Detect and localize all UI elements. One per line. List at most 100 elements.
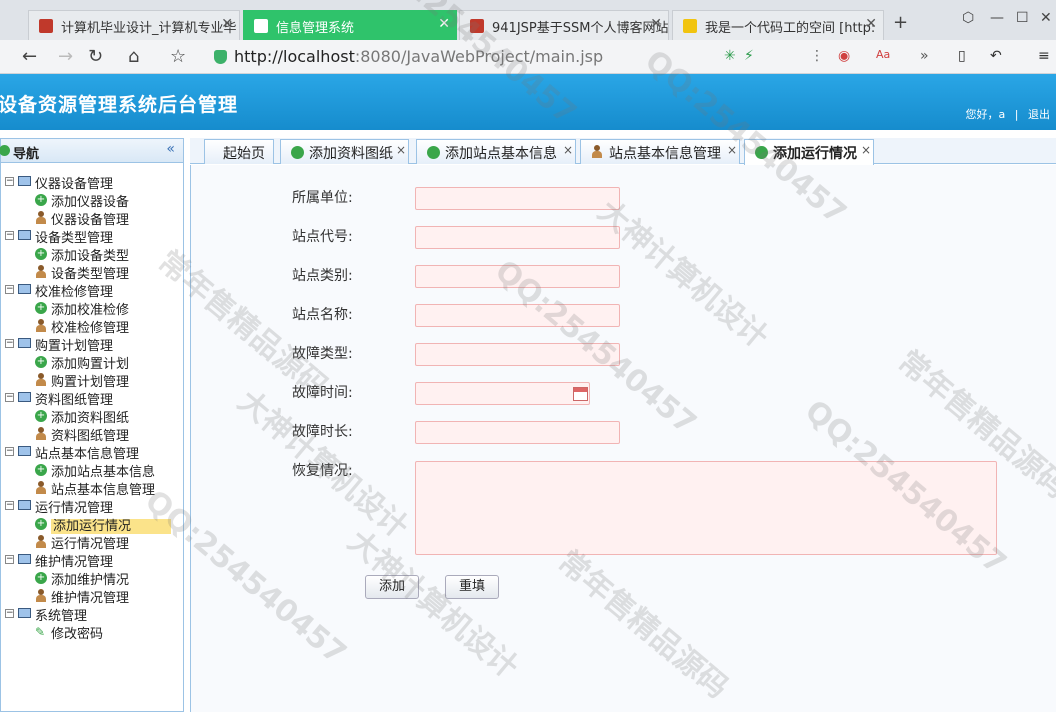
fault-type-input[interactable] [415,343,620,366]
unit-input[interactable] [415,187,620,210]
sidebar-item-label: 修改密码 [51,627,104,642]
add-icon: + [35,356,47,368]
menu-icon[interactable]: ≡ [1038,48,1050,64]
more-chevron-icon[interactable]: » [920,48,929,64]
site-name-input[interactable] [415,304,620,327]
tab-label: 添加运行情况 [773,146,857,162]
reload-icon[interactable]: ↻ [88,46,103,67]
address-bar[interactable]: http://localhost:8080/JavaWebProject/mai… [210,45,710,69]
collapse-toggle-icon[interactable]: − [5,501,14,510]
sidebar-item[interactable]: ✎ 修改密码 [1,623,183,642]
collapse-toggle-icon[interactable]: − [5,393,14,402]
sidebar-group[interactable]: − 运行情况管理 [1,497,183,516]
home-icon[interactable]: ⌂ [128,46,139,67]
user-icon [591,145,603,159]
close-icon[interactable]: × [396,143,406,157]
close-icon[interactable]: × [727,143,737,157]
add-button[interactable]: 添加 [365,575,419,599]
sidebar-item[interactable]: + 添加站点基本信息 [1,461,183,480]
sidebar-group[interactable]: − 仪器设备管理 [1,173,183,192]
recovery-textarea[interactable] [415,461,997,555]
reset-button[interactable]: 重填 [445,575,499,599]
logout-link[interactable]: 退出 [1028,108,1050,121]
site-code-input[interactable] [415,226,620,249]
sidebar-item[interactable]: + 添加资料图纸 [1,407,183,426]
new-tab-icon[interactable]: + [893,12,908,33]
forward-icon[interactable]: → [58,46,73,67]
sidebar-item[interactable]: + 添加购置计划 [1,353,183,372]
sidebar-item[interactable]: 运行情况管理 [1,533,183,552]
close-icon[interactable]: ✕ [865,16,877,32]
translate-icon[interactable]: Aa [876,48,890,61]
close-icon[interactable]: ✕ [221,16,233,32]
maximize-icon[interactable]: ☐ [1016,10,1029,26]
nav-tree: − 仪器设备管理 + 添加仪器设备 仪器设备管理 − 设备类型管理 + 添加设备类型设备类型管理… [1,163,183,642]
collapse-toggle-icon[interactable]: − [5,609,14,618]
sidebar-group[interactable]: − 校准检修管理 [1,281,183,300]
back-icon[interactable]: ← [22,46,37,67]
close-window-icon[interactable]: ✕ [1040,10,1052,26]
extension-spinner-icon[interactable]: ✳ [724,48,736,64]
calendar-icon[interactable] [573,387,588,401]
sidebar-item[interactable]: 维护情况管理 [1,587,183,606]
bookmark-star-icon[interactable]: ☆ [170,46,186,67]
sidebar-group-label: 维护情况管理 [35,555,114,570]
tab-site-info-manage[interactable]: 站点基本信息管理 × [580,139,740,164]
sidebar-item[interactable]: + 添加运行情况 [1,515,183,534]
sidebar-item[interactable]: 设备类型管理 [1,263,183,282]
tab-add-run-status[interactable]: 添加运行情况 × [744,139,874,165]
collapse-icon[interactable]: « [166,141,175,157]
url-path: :8080/JavaWebProject/main.jsp [354,47,604,66]
add-icon [755,146,768,159]
add-icon: + [35,464,47,476]
close-icon[interactable]: ✕ [438,16,450,32]
sidebar-group-label: 资料图纸管理 [35,393,114,408]
extension-menu-icon[interactable]: ⋮ [810,48,824,64]
phone-icon[interactable]: ▯ [958,48,966,64]
sidebar-group[interactable]: − 站点基本信息管理 [1,443,183,462]
skin-icon[interactable]: ⬡ [962,10,974,26]
browser-tab-3[interactable]: 941JSP基于SSM个人博客网站 ✕ [459,10,669,40]
close-icon[interactable]: ✕ [650,16,662,32]
close-icon[interactable]: × [563,143,573,157]
lightning-icon[interactable]: ⚡ [744,48,754,64]
sidebar-group[interactable]: − 维护情况管理 [1,551,183,570]
collapse-toggle-icon[interactable]: − [5,555,14,564]
sidebar-item[interactable]: 校准检修管理 [1,317,183,336]
sidebar-item[interactable]: 站点基本信息管理 [1,479,183,498]
add-icon [427,146,440,159]
collapse-toggle-icon[interactable]: − [5,177,14,186]
user-icon [35,265,47,278]
fault-time-input[interactable] [415,382,590,405]
tab-add-drawing[interactable]: 添加资料图纸 × [280,139,409,164]
tab-home[interactable]: 起始页 [204,139,274,164]
browser-tab-2[interactable]: 信息管理系统 ✕ [243,10,457,40]
sidebar-group[interactable]: − 设备类型管理 [1,227,183,246]
collapse-toggle-icon[interactable]: − [5,231,14,240]
sidebar-item[interactable]: + 添加仪器设备 [1,191,183,210]
collapse-toggle-icon[interactable]: − [5,285,14,294]
undo-icon[interactable]: ↶ [990,48,1002,64]
sidebar-group[interactable]: − 资料图纸管理 [1,389,183,408]
sidebar-item[interactable]: 资料图纸管理 [1,425,183,444]
sidebar-item[interactable]: + 添加校准检修 [1,299,183,318]
sidebar-item-label: 添加维护情况 [51,573,130,588]
add-icon: + [35,194,47,206]
collapse-toggle-icon[interactable]: − [5,339,14,348]
sidebar-group[interactable]: − 购置计划管理 [1,335,183,354]
browser-tab-1[interactable]: 计算机毕业设计_计算机专业毕 ✕ [28,10,240,40]
sidebar-item-label: 设备类型管理 [51,267,130,282]
sidebar-item[interactable]: 仪器设备管理 [1,209,183,228]
site-type-input[interactable] [415,265,620,288]
fault-duration-input[interactable] [415,421,620,444]
browser-tab-4[interactable]: 我是一个代码工的空间 [http: ✕ [672,10,884,40]
sidebar-item[interactable]: 购置计划管理 [1,371,183,390]
sidebar-item[interactable]: + 添加设备类型 [1,245,183,264]
collapse-toggle-icon[interactable]: − [5,447,14,456]
close-icon[interactable]: × [861,143,871,157]
minimize-icon[interactable]: — [990,10,1004,26]
tab-add-site-info[interactable]: 添加站点基本信息 × [416,139,576,164]
sidebar-item[interactable]: + 添加维护情况 [1,569,183,588]
security-extension-icon[interactable]: ◉ [838,48,850,64]
sidebar-group[interactable]: − 系统管理 [1,605,183,624]
